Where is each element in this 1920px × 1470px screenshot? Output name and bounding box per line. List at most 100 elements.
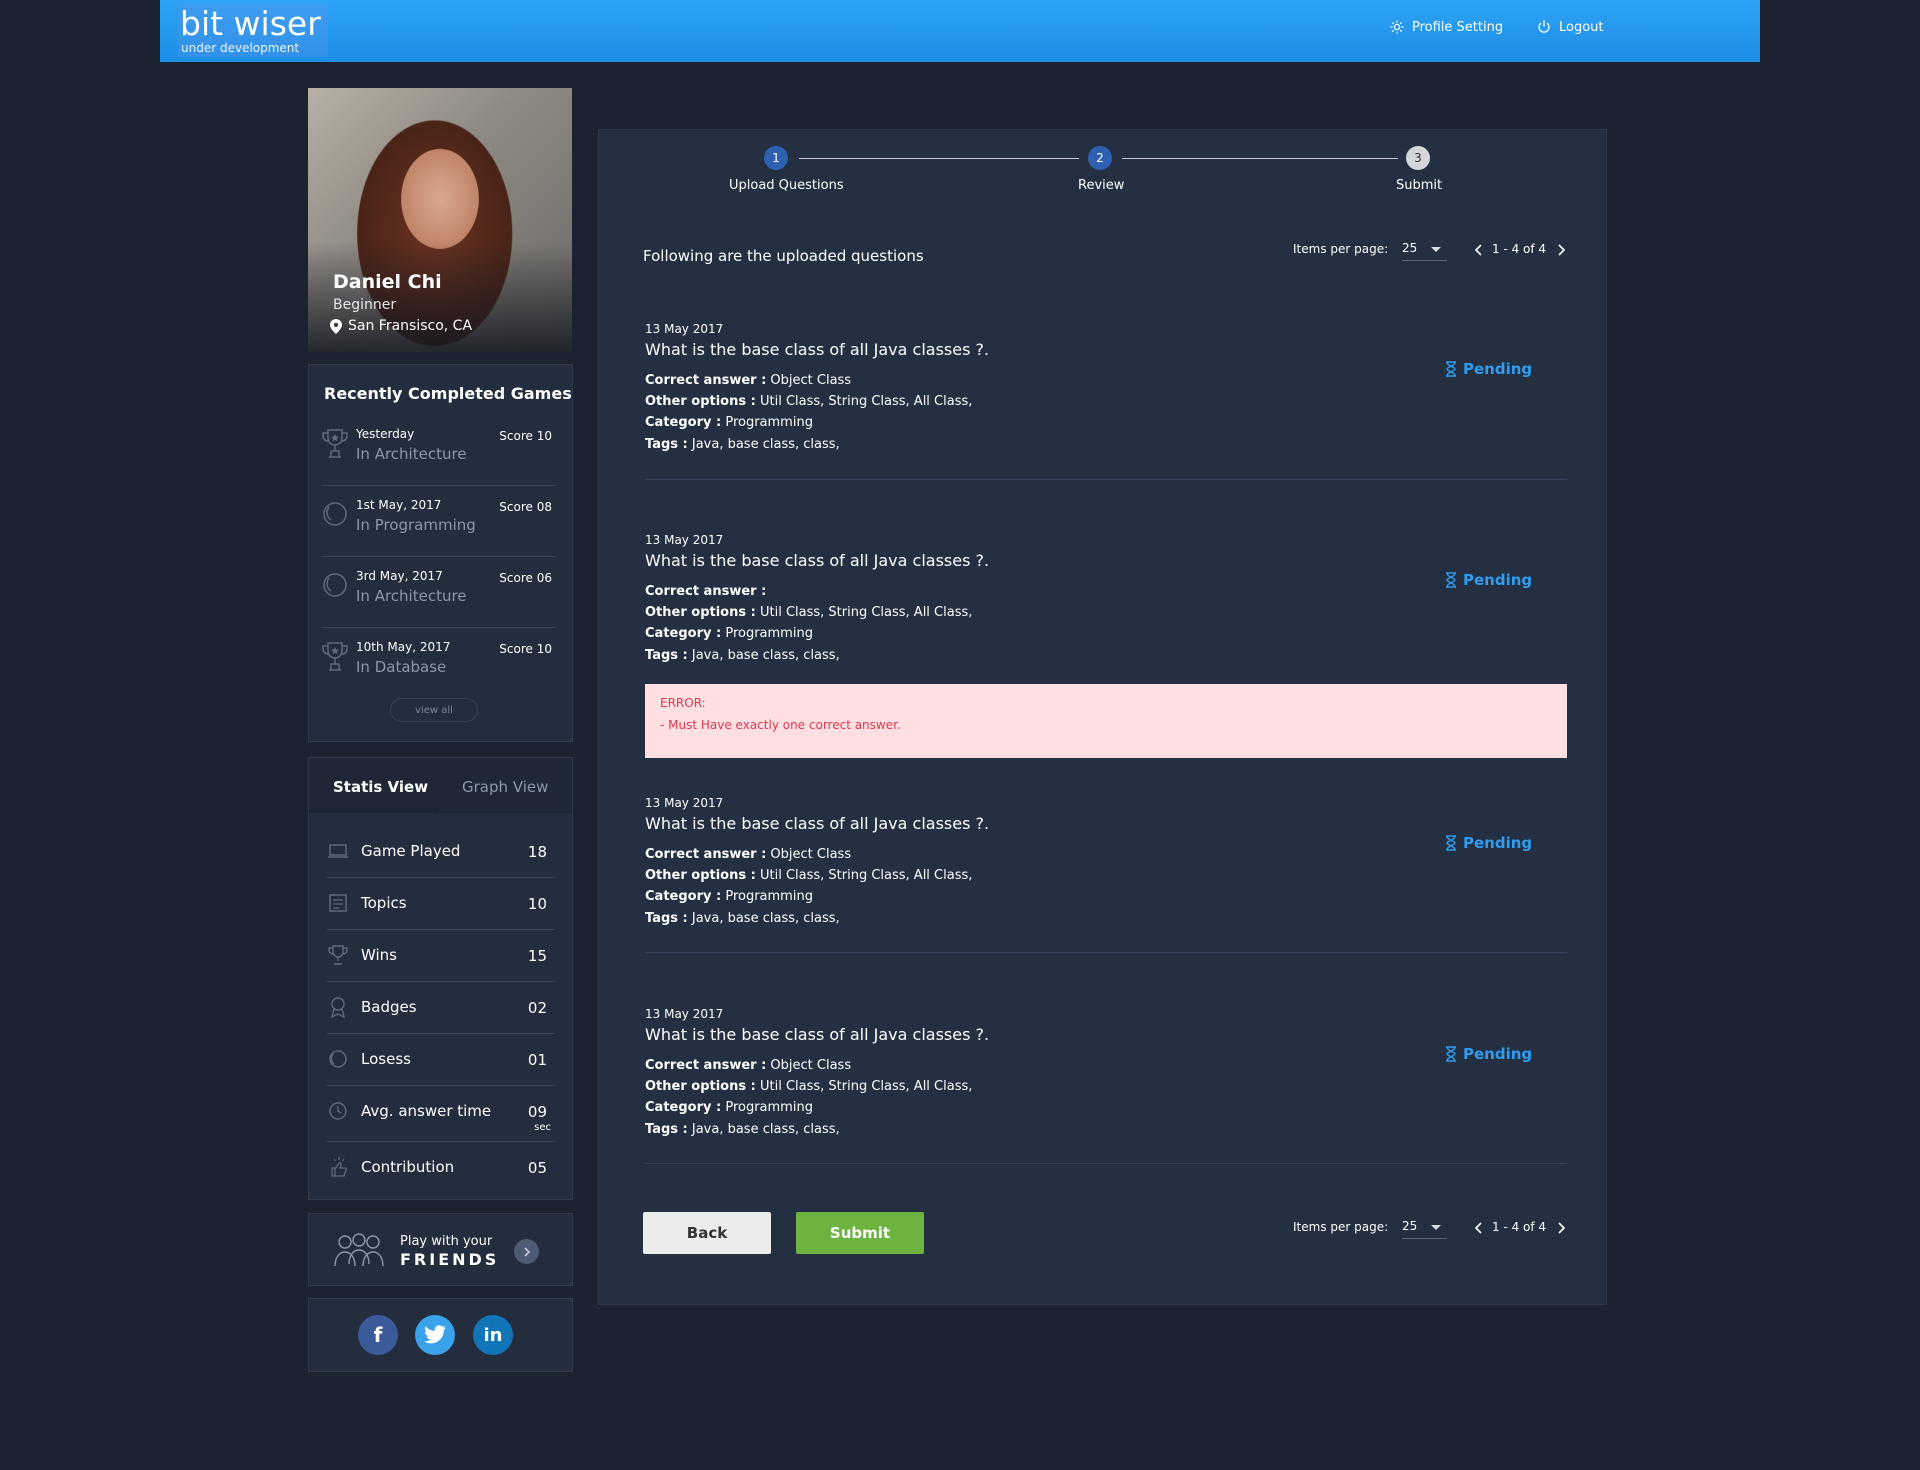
game-category: In Programming — [356, 516, 476, 534]
view-all-button[interactable]: view all — [390, 698, 478, 722]
clock-icon — [329, 1102, 347, 1120]
status-badge: Pending — [1445, 1045, 1532, 1063]
question-divider — [645, 479, 1567, 480]
next-page-icon[interactable] — [1555, 1221, 1567, 1235]
recent-game-item[interactable]: 1st May, 2017 In Programming Score 08 — [321, 486, 556, 557]
prev-page-icon[interactable] — [1473, 1221, 1485, 1235]
lose-icon — [323, 573, 347, 597]
power-icon — [1538, 20, 1550, 33]
stat-label: Contribution — [361, 1158, 455, 1176]
step-2-label: Review — [1078, 178, 1125, 193]
stat-value: 10 — [527, 895, 547, 913]
step-3-dot: 3 — [1406, 146, 1430, 170]
game-category: In Architecture — [356, 445, 467, 463]
profile-level: Beginner — [333, 297, 397, 313]
trophy-icon — [322, 642, 348, 671]
twitter-bird-icon — [424, 1325, 446, 1344]
recent-game-item[interactable]: Yesterday In Architecture Score 10 — [321, 415, 556, 486]
question-divider — [645, 1163, 1567, 1164]
play-with-friends-card[interactable]: Play with your FRIENDS — [308, 1213, 573, 1286]
laptop-icon — [328, 844, 348, 858]
question-correct-answer: Correct answer : Object Class — [645, 847, 852, 862]
status-badge: Pending — [1445, 360, 1532, 378]
hourglass-icon — [1446, 572, 1456, 588]
facebook-icon[interactable]: f — [358, 1315, 398, 1355]
trophy-icon — [322, 429, 348, 458]
game-date: 1st May, 2017 — [356, 498, 442, 512]
game-category: In Database — [356, 658, 447, 676]
question-date: 13 May 2017 — [645, 533, 724, 547]
question-correct-answer: Correct answer : Object Class — [645, 373, 852, 388]
game-date: 3rd May, 2017 — [356, 569, 443, 583]
tab-graph-view[interactable]: Graph View — [462, 778, 548, 796]
question-date: 13 May 2017 — [645, 1007, 724, 1021]
stat-value: 09 — [527, 1103, 547, 1121]
logo-subtitle: under development — [181, 41, 300, 55]
question-other-options: Other options : Util Class, String Class… — [645, 868, 973, 883]
tab-static-view[interactable]: Statis View — [333, 778, 428, 796]
recent-game-item[interactable]: 10th May, 2017 In Database Score 10 — [321, 628, 556, 699]
status-text: Pending — [1463, 1045, 1533, 1063]
hourglass-icon — [1446, 835, 1456, 851]
question-tags: Tags : Java, base class, class, — [645, 911, 840, 926]
items-per-page-value: 25 — [1402, 241, 1418, 255]
contribution-icon — [331, 1157, 348, 1177]
stepper-line — [1122, 158, 1398, 159]
next-page-icon[interactable] — [1555, 243, 1567, 257]
page-range: 1 - 4 of 4 — [1492, 242, 1547, 256]
question-category: Category : Programming — [645, 1100, 813, 1115]
question-item: 13 May 2017 What is the base class of al… — [645, 796, 1567, 996]
hourglass-icon — [1446, 361, 1456, 377]
game-score: Score 10 — [499, 642, 552, 656]
profile-name: Daniel Chi — [333, 271, 442, 293]
list-icon — [329, 894, 347, 912]
question-item: 13 May 2017 What is the base class of al… — [645, 1007, 1567, 1207]
question-correct-answer: Correct answer : Object Class — [645, 1058, 852, 1073]
status-text: Pending — [1463, 360, 1533, 378]
review-panel: 1 2 3 Upload Questions Review Submit Fol… — [598, 129, 1607, 1305]
status-badge: Pending — [1445, 834, 1532, 852]
recent-games-card: Recently Completed Games Yesterday In Ar… — [308, 364, 573, 742]
stats-tabs: Statis View Graph View — [309, 758, 572, 813]
stat-label: Losess — [361, 1050, 411, 1068]
friends-group-icon — [334, 1233, 384, 1267]
question-category: Category : Programming — [645, 889, 813, 904]
question-title: What is the base class of all Java class… — [645, 814, 990, 833]
stat-row-badges: Badges 02 — [327, 982, 555, 1034]
lose-icon — [323, 502, 347, 526]
chevron-right-icon — [523, 1246, 530, 1257]
logout-link[interactable]: Logout — [1536, 19, 1604, 35]
friends-arrow-button[interactable] — [514, 1239, 539, 1264]
twitter-icon[interactable] — [415, 1315, 455, 1355]
question-tags: Tags : Java, base class, class, — [645, 1122, 840, 1137]
stat-label: Avg. answer time — [361, 1102, 492, 1120]
app-logo[interactable]: bit wiser under development — [178, 4, 328, 57]
items-per-page-select[interactable]: 25 — [1402, 241, 1447, 261]
submit-button[interactable]: Submit — [796, 1212, 924, 1254]
lose-icon — [329, 1050, 347, 1068]
question-divider — [645, 952, 1567, 953]
game-score: Score 10 — [499, 429, 552, 443]
back-button[interactable]: Back — [643, 1212, 771, 1254]
profile-setting-link[interactable]: Profile Setting — [1389, 19, 1503, 35]
items-per-page-select[interactable]: 25 — [1402, 1219, 1447, 1239]
friends-line1: Play with your — [400, 1234, 493, 1249]
prev-page-icon[interactable] — [1473, 243, 1485, 257]
stat-value: 05 — [527, 1159, 547, 1177]
linkedin-icon[interactable]: in — [473, 1315, 513, 1355]
stat-label: Topics — [361, 894, 407, 912]
stat-row-contribution: Contribution 05 — [327, 1142, 555, 1194]
stat-value: 15 — [527, 947, 547, 965]
game-score: Score 06 — [499, 571, 552, 585]
stat-label: Wins — [361, 946, 397, 964]
recent-game-item[interactable]: 3rd May, 2017 In Architecture Score 06 — [321, 557, 556, 628]
status-badge: Pending — [1445, 571, 1532, 589]
question-title: What is the base class of all Java class… — [645, 551, 990, 570]
question-other-options: Other options : Util Class, String Class… — [645, 1079, 973, 1094]
stat-value: 01 — [527, 1051, 547, 1069]
question-category: Category : Programming — [645, 415, 813, 430]
question-date: 13 May 2017 — [645, 796, 724, 810]
profile-location: San Fransisco, CA — [330, 318, 472, 334]
question-title: What is the base class of all Java class… — [645, 1025, 990, 1044]
question-tags: Tags : Java, base class, class, — [645, 437, 840, 452]
